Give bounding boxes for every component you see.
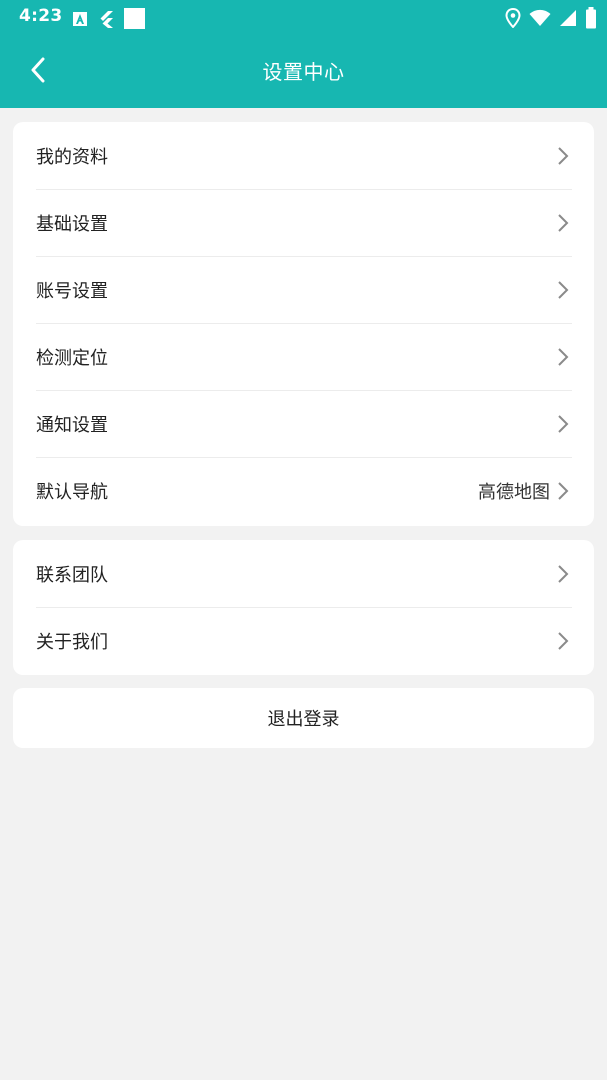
- menu-item-location-detection[interactable]: 检测定位: [13, 323, 594, 390]
- status-right-icons: [505, 7, 597, 33]
- chevron-right-icon: [558, 146, 569, 165]
- logout-label: 退出登录: [267, 709, 340, 730]
- chevron-right-icon: [558, 213, 569, 232]
- settings-group-main: 我的资料 基础设置 账号设置 检测定位 通知设置 默认导航 高德地图: [13, 122, 594, 526]
- status-time: 4:23: [19, 6, 63, 26]
- settings-group-about: 联系团队 关于我们: [13, 540, 594, 675]
- chevron-right-icon: [558, 481, 569, 500]
- signal-icon: [559, 9, 577, 31]
- chevron-right-icon: [558, 631, 569, 650]
- app-a-icon: [72, 11, 88, 31]
- header: 4:23 设置中心: [0, 0, 607, 108]
- default-navigation-value: 高德地图: [478, 481, 550, 503]
- menu-item-label: 我的资料: [36, 146, 108, 168]
- menu-item-default-navigation[interactable]: 默认导航 高德地图: [13, 457, 594, 524]
- menu-item-label: 联系团队: [36, 564, 108, 586]
- square-notification-icon: [124, 8, 145, 33]
- menu-item-account-settings[interactable]: 账号设置: [13, 256, 594, 323]
- chevron-right-icon: [558, 280, 569, 299]
- battery-icon: [585, 7, 597, 33]
- menu-item-label: 默认导航: [36, 481, 108, 503]
- flutter-icon: [98, 10, 114, 32]
- logout-button[interactable]: 退出登录: [13, 688, 594, 748]
- menu-item-contact-team[interactable]: 联系团队: [13, 540, 594, 607]
- menu-item-basic-settings[interactable]: 基础设置: [13, 189, 594, 256]
- menu-item-label: 检测定位: [36, 347, 108, 369]
- menu-item-label: 基础设置: [36, 213, 108, 235]
- status-bar: 4:23: [0, 0, 607, 34]
- chevron-right-icon: [558, 564, 569, 583]
- location-icon: [505, 7, 521, 32]
- app-bar: 设置中心: [0, 34, 607, 108]
- menu-item-about-us[interactable]: 关于我们: [13, 607, 594, 674]
- chevron-right-icon: [558, 347, 569, 366]
- menu-item-label: 账号设置: [36, 280, 108, 302]
- wifi-icon: [529, 9, 551, 31]
- menu-item-label: 关于我们: [36, 631, 108, 653]
- page-title: 设置中心: [262, 60, 345, 84]
- menu-item-label: 通知设置: [36, 414, 108, 436]
- menu-item-notification-settings[interactable]: 通知设置: [13, 390, 594, 457]
- menu-item-my-profile[interactable]: 我的资料: [13, 122, 594, 189]
- status-left-icons: [72, 8, 145, 33]
- chevron-right-icon: [558, 414, 569, 433]
